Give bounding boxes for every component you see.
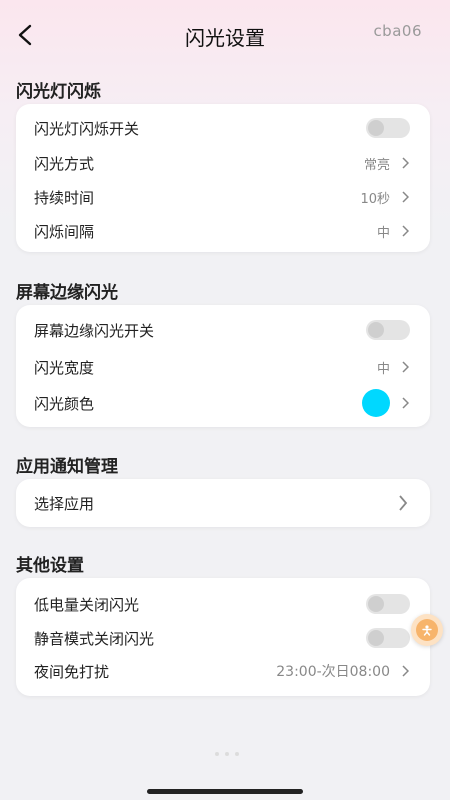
- card-flash-blink: 闪光灯闪烁开关 闪光方式 常亮 持续时间 10秒 闪烁间隔 中: [16, 104, 430, 252]
- floating-assistant-button[interactable]: [411, 614, 443, 646]
- section-title-edge-flash: 屏幕边缘闪光: [16, 283, 118, 303]
- chevron-right-icon: [400, 224, 410, 238]
- chevron-right-icon: [400, 156, 410, 170]
- row-label: 静音模式关闭闪光: [34, 629, 155, 648]
- toggle-knob: [368, 322, 384, 338]
- section-title-flash-blink: 闪光灯闪烁: [16, 82, 101, 102]
- chevron-right-icon: [400, 664, 410, 678]
- row-flash-width[interactable]: 闪光宽度 中: [16, 351, 430, 383]
- row-value: 23:00-次日08:00: [276, 664, 390, 680]
- user-id-label: cba06: [373, 22, 422, 40]
- toggle-knob: [368, 120, 384, 136]
- page-dots: [215, 752, 239, 756]
- row-flash-color[interactable]: 闪光颜色: [16, 387, 430, 419]
- chevron-right-icon: [400, 360, 410, 374]
- row-value: 中: [376, 361, 390, 377]
- chevron-right-icon: [400, 190, 410, 204]
- row-label: 低电量关闭闪光: [34, 595, 140, 614]
- row-blink-interval[interactable]: 闪烁间隔 中: [16, 215, 430, 247]
- row-low-battery[interactable]: 低电量关闭闪光: [16, 588, 430, 620]
- assistant-icon: [416, 619, 438, 641]
- flash-blink-toggle[interactable]: [366, 118, 410, 138]
- row-label: 闪光颜色: [34, 394, 95, 413]
- row-flash-mode[interactable]: 闪光方式 常亮: [16, 147, 430, 179]
- row-label: 闪光灯闪烁开关: [34, 119, 140, 138]
- row-label: 闪光方式: [34, 154, 95, 173]
- edge-flash-toggle[interactable]: [366, 320, 410, 340]
- row-label: 夜间免打扰: [34, 662, 110, 681]
- row-label: 选择应用: [34, 494, 95, 513]
- low-battery-toggle[interactable]: [366, 594, 410, 614]
- row-night-dnd[interactable]: 夜间免打扰 23:00-次日08:00: [16, 655, 430, 687]
- card-edge-flash: 屏幕边缘闪光开关 闪光宽度 中 闪光颜色: [16, 305, 430, 427]
- home-indicator: [147, 789, 303, 794]
- row-label: 闪烁间隔: [34, 222, 95, 241]
- chevron-right-icon: [398, 495, 408, 511]
- card-app-notify: 选择应用: [16, 479, 430, 527]
- row-select-app[interactable]: 选择应用: [16, 487, 430, 519]
- row-edge-flash-switch[interactable]: 屏幕边缘闪光开关: [16, 314, 430, 346]
- toggle-knob: [368, 630, 384, 646]
- card-other: 低电量关闭闪光 静音模式关闭闪光 夜间免打扰 23:00-次日08:00: [16, 578, 430, 696]
- row-mute-mode[interactable]: 静音模式关闭闪光: [16, 622, 430, 654]
- row-label: 屏幕边缘闪光开关: [34, 321, 155, 340]
- chevron-right-icon: [400, 396, 410, 410]
- row-value: 中: [376, 225, 390, 241]
- section-title-app-notify: 应用通知管理: [16, 457, 118, 477]
- row-label: 闪光宽度: [34, 358, 95, 377]
- mute-mode-toggle[interactable]: [366, 628, 410, 648]
- row-flash-blink-switch[interactable]: 闪光灯闪烁开关: [16, 112, 430, 144]
- row-label: 持续时间: [34, 188, 95, 207]
- flash-color-swatch[interactable]: [362, 389, 390, 417]
- row-value: 10秒: [360, 191, 390, 207]
- section-title-other: 其他设置: [16, 556, 84, 576]
- row-value: 常亮: [363, 157, 390, 173]
- top-bar: 闪光设置 cba06: [0, 0, 450, 70]
- row-duration[interactable]: 持续时间 10秒: [16, 181, 430, 213]
- toggle-knob: [368, 596, 384, 612]
